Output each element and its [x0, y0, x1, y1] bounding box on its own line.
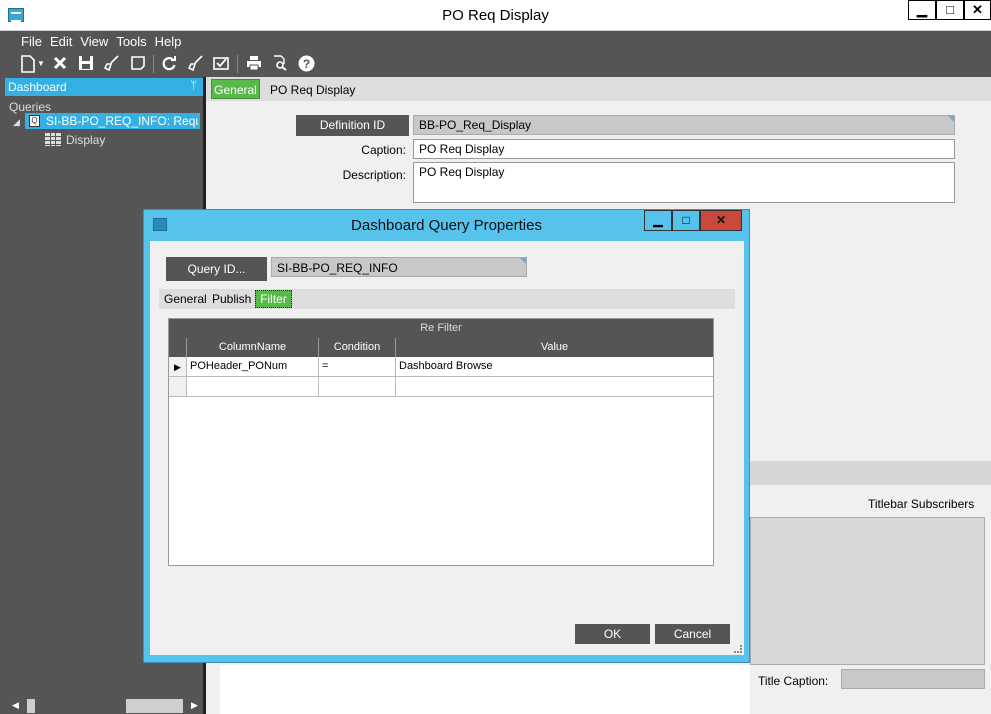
table-cell-columnname[interactable]: POHeader_PONum — [187, 357, 319, 377]
dialog-tab-filter[interactable]: Filter — [255, 290, 292, 308]
delete-icon[interactable] — [51, 55, 69, 73]
window-titlebar: PO Req Display ▁ □ ✕ — [0, 0, 991, 31]
maximize-button[interactable]: □ — [936, 0, 964, 20]
grid-icon — [45, 133, 61, 146]
svg-text:?: ? — [302, 57, 309, 71]
check-icon[interactable] — [212, 55, 230, 73]
scroll-right-icon[interactable]: ▶ — [191, 700, 198, 711]
ok-button[interactable]: OK — [575, 624, 650, 644]
tab-po-req-display[interactable]: PO Req Display — [270, 83, 355, 97]
filter-grid-caption: Re Filter — [169, 319, 713, 338]
caption-field[interactable]: PO Req Display — [413, 139, 955, 159]
note-icon[interactable] — [129, 55, 147, 73]
save-icon[interactable] — [77, 55, 95, 73]
dashboard-panel-header: Dashboard ᛘ — [5, 78, 203, 96]
bottom-area — [220, 665, 750, 714]
clear-all-icon[interactable] — [187, 55, 205, 73]
toolbar: ▼ ? — [0, 51, 991, 77]
main-tabstrip: General PO Req Display — [206, 77, 991, 101]
menu-bar: File Edit View Tools Help — [0, 31, 991, 51]
menu-tools[interactable]: Tools — [116, 31, 146, 49]
tree-queries-label: Queries — [9, 100, 52, 114]
dashboard-panel-title: Dashboard — [8, 80, 67, 94]
tree-item-query[interactable]: Q SI-BB-PO_REQ_INFO: Requi — [25, 113, 200, 129]
filter-grid: Re Filter ColumnName Condition Value ▶ P… — [168, 318, 714, 566]
table-cell-condition[interactable]: = — [319, 357, 396, 377]
title-caption-label: Title Caption: — [758, 674, 829, 688]
print-icon[interactable] — [245, 55, 263, 73]
section-band — [750, 461, 991, 485]
menu-file[interactable]: File — [21, 31, 42, 49]
tree-item-query-label: SI-BB-PO_REQ_INFO: Requi — [46, 114, 198, 128]
tree-expand-icon[interactable]: ◢ — [13, 117, 20, 128]
scrollbar-thumb-left[interactable] — [27, 699, 35, 713]
column-header-columnname[interactable]: ColumnName — [187, 338, 319, 357]
description-label: Description: — [342, 168, 406, 182]
pin-icon[interactable]: ᛘ — [190, 80, 197, 92]
menu-help[interactable]: Help — [155, 31, 182, 49]
dropdown-icon[interactable]: ▼ — [36, 55, 46, 73]
dialog-maximize-button[interactable]: □ — [672, 210, 700, 231]
query-id-field: SI-BB-PO_REQ_INFO — [271, 257, 527, 277]
menu-view[interactable]: View — [80, 31, 108, 49]
scroll-left-icon[interactable]: ◀ — [12, 700, 19, 711]
table-cell-value[interactable]: Dashboard Browse — [396, 357, 713, 377]
definition-id-field: BB-PO_Req_Display — [413, 115, 955, 135]
resize-grip-icon[interactable] — [734, 645, 742, 653]
column-header-condition[interactable]: Condition — [319, 338, 396, 357]
title-caption-field[interactable] — [841, 669, 985, 689]
query-id-button[interactable]: Query ID... — [166, 257, 267, 281]
dashboard-query-properties-dialog: Dashboard Query Properties ▁ □ ✕ Query I… — [143, 209, 750, 663]
definition-id-button[interactable]: Definition ID — [296, 115, 409, 136]
dialog-tab-general[interactable]: General — [164, 292, 207, 306]
dialog-titlebar: Dashboard Query Properties ▁ □ ✕ — [144, 210, 749, 240]
column-header-value[interactable]: Value — [396, 338, 713, 357]
dialog-close-button[interactable]: ✕ — [700, 210, 742, 231]
row-indicator-icon: ▶ — [169, 357, 187, 377]
grid-corner-header — [169, 338, 187, 357]
toolbar-separator — [237, 55, 238, 73]
refresh-icon[interactable] — [160, 55, 178, 73]
description-field[interactable]: PO Req Display — [413, 162, 955, 203]
titlebar-subscribers-label: Titlebar Subscribers — [868, 497, 975, 511]
toolbar-separator — [153, 55, 154, 73]
dialog-tab-publish[interactable]: Publish — [212, 292, 251, 306]
row-indicator-new — [169, 377, 187, 397]
help-icon[interactable]: ? — [297, 55, 315, 73]
dialog-minimize-button[interactable]: ▁ — [644, 210, 672, 231]
cancel-button[interactable]: Cancel — [655, 624, 730, 644]
table-cell-condition[interactable] — [319, 377, 396, 397]
table-cell-columnname[interactable] — [187, 377, 319, 397]
clear-icon[interactable] — [103, 55, 121, 73]
print-preview-icon[interactable] — [271, 55, 289, 73]
tab-general[interactable]: General — [211, 79, 260, 99]
tree-item-display-label: Display — [66, 133, 106, 147]
horizontal-scrollbar[interactable]: ◀ ▶ — [5, 697, 203, 714]
new-icon[interactable] — [19, 55, 37, 73]
minimize-button[interactable]: ▁ — [908, 0, 936, 20]
menu-edit[interactable]: Edit — [50, 31, 72, 49]
table-cell-value[interactable] — [396, 377, 713, 397]
window-title: PO Req Display — [442, 7, 549, 24]
titlebar-subscribers-list[interactable] — [750, 517, 985, 665]
query-icon: Q — [29, 115, 40, 127]
dialog-tabstrip: General Publish Filter — [159, 289, 735, 309]
close-button[interactable]: ✕ — [964, 0, 991, 20]
caption-label: Caption: — [361, 143, 406, 157]
dialog-body: Query ID... SI-BB-PO_REQ_INFO General Pu… — [150, 241, 744, 655]
scrollbar-thumb[interactable] — [126, 699, 183, 713]
